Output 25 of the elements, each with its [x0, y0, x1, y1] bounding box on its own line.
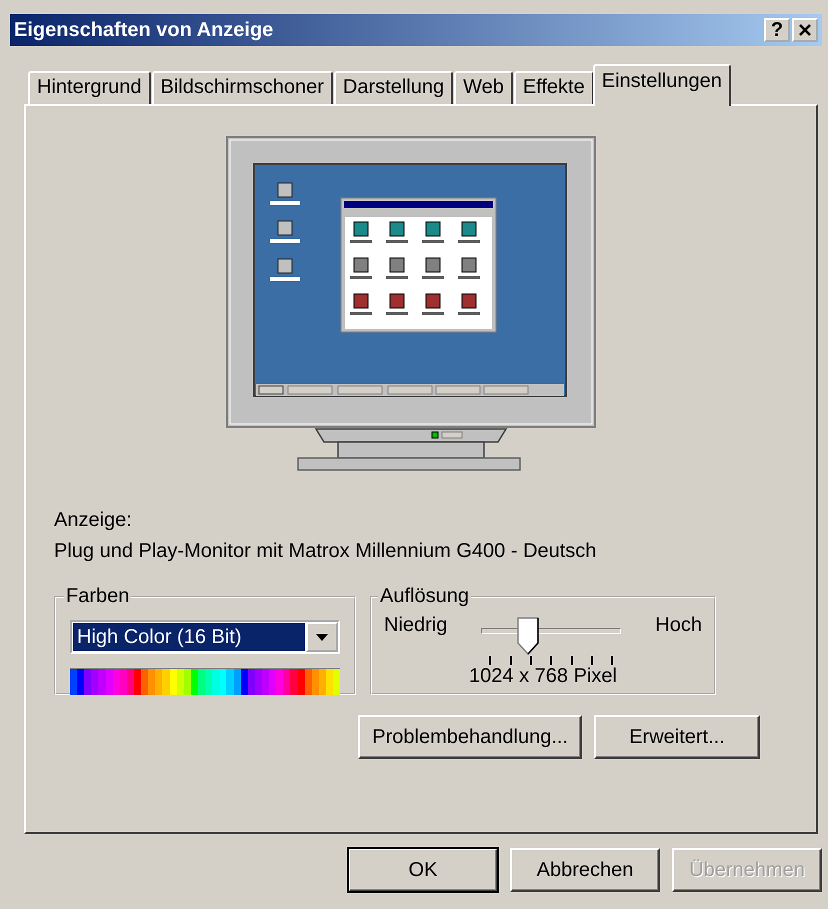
- dropdown-value: High Color (16 Bit): [73, 623, 305, 651]
- tab[interactable]: Darstellung: [334, 71, 454, 106]
- tab[interactable]: Einstellungen: [592, 64, 731, 106]
- display-label: Anzeige:: [54, 508, 133, 532]
- resolution-reading: 1024 x 768 Pixel: [468, 665, 618, 688]
- close-button[interactable]: [792, 18, 818, 42]
- tab[interactable]: Bildschirmschoner: [152, 71, 333, 106]
- window-title: Eigenschaften von Anzeige: [14, 18, 274, 42]
- panel-button[interactable]: Problembehandlung...: [358, 715, 582, 759]
- group-title: Auflösung: [379, 585, 470, 608]
- close-icon: [798, 24, 812, 36]
- group-title: Farben: [65, 585, 130, 608]
- panel-button[interactable]: Erweitert...: [594, 715, 760, 759]
- caret-icon: [316, 634, 328, 640]
- low-label: Niedrig: [384, 614, 448, 637]
- dropdown-button[interactable]: [306, 622, 338, 652]
- high-label: Hoch: [655, 614, 702, 637]
- monitor-name: Plug und Play-Monitor mit Matrox Millennium G400 - Deutsch: [54, 539, 598, 563]
- dialog-button[interactable]: OK: [348, 848, 498, 892]
- help-button[interactable]: ?: [764, 18, 790, 42]
- slider-thumb[interactable]: [517, 617, 540, 655]
- dialog-button[interactable]: Abbrechen: [510, 848, 660, 892]
- tab[interactable]: Hintergrund: [28, 71, 151, 106]
- tab[interactable]: Web: [454, 71, 513, 106]
- color-dropdown[interactable]: High Color (16 Bit): [70, 620, 340, 654]
